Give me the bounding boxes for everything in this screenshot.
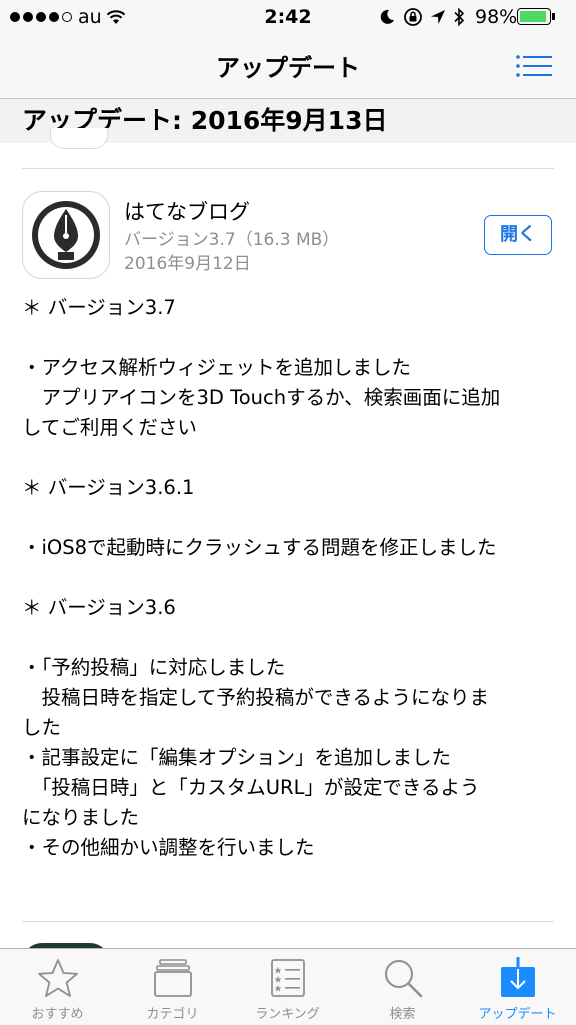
note-spacer xyxy=(22,563,554,593)
battery-icon xyxy=(517,8,551,25)
tab-search[interactable]: 検索 xyxy=(345,949,460,1025)
release-note-line: ・アクセス解析ウィジェットを追加しました xyxy=(22,356,412,379)
navigation-bar: アップデート xyxy=(0,34,576,99)
tab-label: 検索 xyxy=(389,1007,416,1022)
app-name: はてなブログ xyxy=(124,200,250,224)
divider xyxy=(22,921,554,922)
release-note-line: ・その他細かい調整を行いました xyxy=(22,836,315,859)
tab-label: ランキング xyxy=(255,1007,320,1022)
list-menu-icon[interactable] xyxy=(516,54,552,78)
tab-updates[interactable]: アップデート xyxy=(460,949,575,1025)
battery-tip xyxy=(552,13,555,20)
open-button[interactable]: 開く xyxy=(484,215,552,255)
note-spacer xyxy=(22,623,554,653)
tab-label: おすすめ xyxy=(31,1007,84,1022)
app-release-date: 2016年9月12日 xyxy=(124,254,251,274)
pen-nib-icon xyxy=(32,201,100,269)
previous-app-icon-edge xyxy=(50,128,108,149)
note-spacer xyxy=(22,503,554,533)
moon-icon xyxy=(380,9,394,24)
star-icon xyxy=(38,959,78,997)
status-bar: au 2:42 98% xyxy=(0,0,576,34)
app-version: バージョン3.7（16.3 MB） xyxy=(124,230,340,250)
release-note-line: してご利用ください xyxy=(22,416,197,439)
divider xyxy=(22,168,554,169)
release-note-line: ・iOS8で起動時にクラッシュする問題を修正しました xyxy=(22,536,497,559)
search-icon xyxy=(385,960,423,998)
release-note-line: になりました xyxy=(22,806,140,829)
note-spacer xyxy=(22,323,554,353)
release-note-line: アプリアイコンを3D Touchするか、検索画面に追加 xyxy=(22,386,501,409)
tab-bar: おすすめ カテゴリ ランキング 検索 アップデート xyxy=(0,948,576,1025)
release-notes: ＊ バージョン3.7 ・アクセス解析ウィジェットを追加しました アプリアイコンを3… xyxy=(22,293,554,863)
release-note-line: ＊ バージョン3.7 xyxy=(22,296,176,319)
release-note-line: 「投稿日時」と「カスタムURL」が設定できるよう xyxy=(22,776,480,799)
battery-percentage: 98% xyxy=(475,6,518,28)
tab-label: カテゴリ xyxy=(146,1007,199,1022)
release-note-line: 投稿日時を指定して予約投稿ができるようになりま xyxy=(22,686,490,709)
ranking-list-icon xyxy=(271,959,305,997)
updates-download-icon xyxy=(501,957,535,997)
page-title: アップデート xyxy=(216,54,360,82)
release-note-line: ＊ バージョン3.6.1 xyxy=(22,476,195,499)
release-note-line: ＊ バージョン3.6 xyxy=(22,596,176,619)
tab-ranking[interactable]: ランキング xyxy=(230,949,345,1025)
rotation-lock-icon xyxy=(404,8,422,26)
tab-label: アップデート xyxy=(478,1007,557,1022)
release-note-line: した xyxy=(22,716,62,739)
bluetooth-icon xyxy=(454,7,465,27)
tab-featured[interactable]: おすすめ xyxy=(0,949,115,1025)
location-arrow-icon xyxy=(431,10,445,24)
tab-categories[interactable]: カテゴリ xyxy=(115,949,230,1025)
categories-icon xyxy=(154,959,192,997)
hatena-blog-app-icon[interactable] xyxy=(22,191,110,279)
battery-level xyxy=(520,11,547,22)
release-note-line: ・「予約投稿」に対応しました xyxy=(22,656,286,679)
note-spacer xyxy=(22,443,554,473)
release-note-line: ・記事設定に「編集オプション」を追加しました xyxy=(22,746,452,769)
